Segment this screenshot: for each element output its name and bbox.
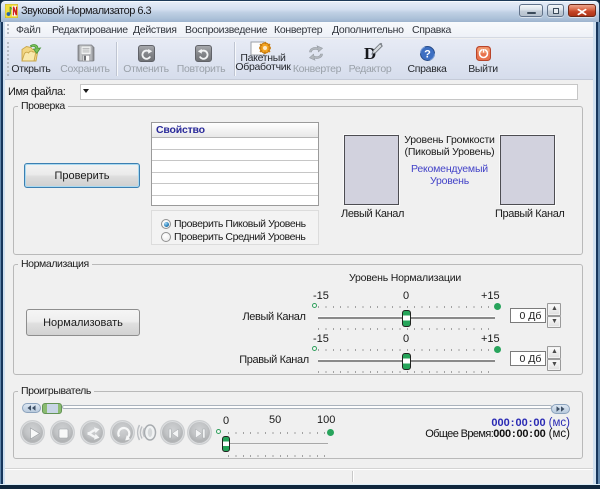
svg-text:?: ? [424,48,431,60]
